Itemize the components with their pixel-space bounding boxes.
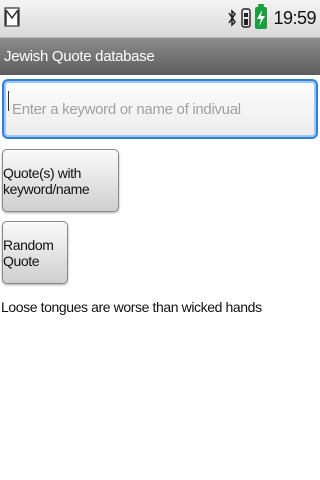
quote-result: Loose tongues are worse than wicked hand… — [1, 299, 262, 315]
app-title-bar: Jewish Quote database — [0, 38, 320, 75]
text-cursor — [8, 91, 9, 111]
battery-charging-icon — [255, 4, 268, 29]
status-icons: 19:59 — [227, 4, 316, 31]
signal-icon — [241, 8, 252, 28]
keyword-search-button-label: Quote(s) with keyword/name — [3, 164, 90, 197]
search-input[interactable] — [2, 79, 318, 139]
app-title: Jewish Quote database — [4, 48, 155, 65]
random-quote-button[interactable]: Random Quote — [2, 221, 68, 284]
gmail-icon — [4, 7, 20, 27]
keyword-search-button[interactable]: Quote(s) with keyword/name — [2, 149, 119, 212]
status-clock: 19:59 — [273, 7, 316, 28]
random-quote-button-label: Random Quote — [3, 236, 54, 269]
status-bar: 19:59 — [0, 0, 320, 38]
bluetooth-icon — [228, 9, 237, 27]
